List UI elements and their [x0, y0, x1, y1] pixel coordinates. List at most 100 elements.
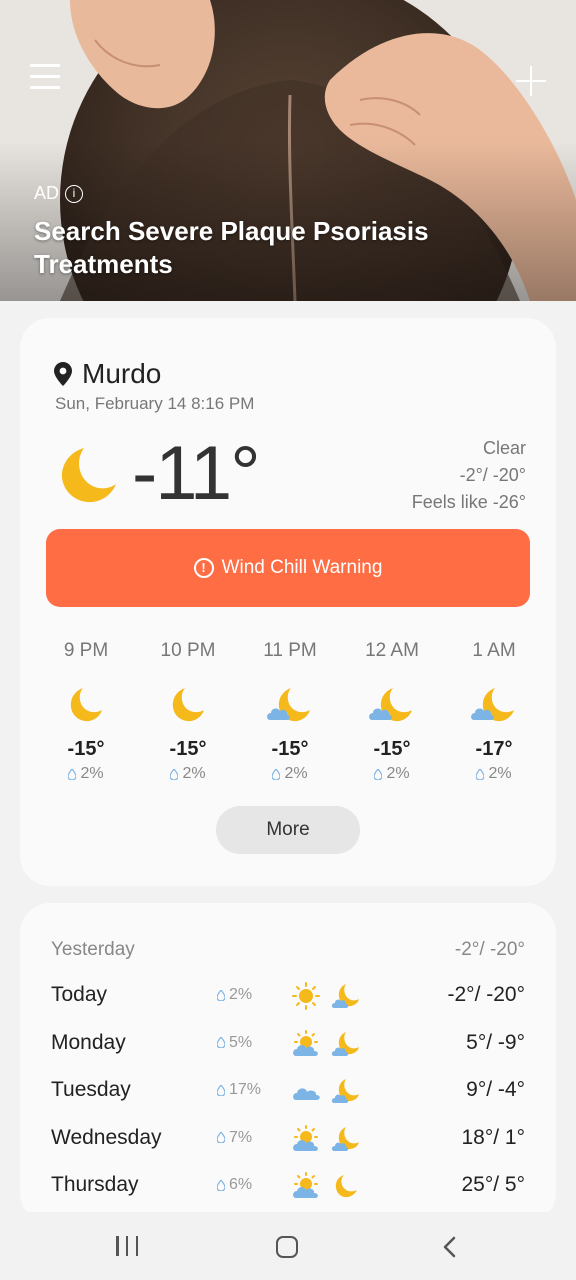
day-precip: 2%: [217, 986, 252, 1004]
day-temps: 9°/ -4°: [466, 1078, 525, 1101]
day-precip-value: 17%: [229, 1081, 262, 1098]
moon-icon: [335, 1175, 357, 1198]
hour-precip-value: 2%: [80, 765, 104, 782]
hour-time: 11 PM: [263, 640, 317, 661]
droplet-icon: [217, 989, 225, 1001]
moon-cloud-icon: [369, 688, 412, 722]
droplet-icon: [476, 768, 485, 780]
high-low: -2°/ -20°: [459, 465, 526, 485]
hour-temp: -15°: [67, 738, 105, 760]
day-precip-value: 6%: [229, 1176, 253, 1193]
back-icon[interactable]: [440, 1236, 460, 1258]
hour-precip-value: 2%: [386, 765, 410, 782]
day-name: Tuesday: [51, 1078, 131, 1101]
moon-cloud-icon: [331, 1079, 359, 1103]
condition-block: Clear -2°/ -20° Feels like -26°: [412, 435, 526, 516]
day-precip-value: 7%: [229, 1128, 253, 1146]
feels-like: Feels like -26°: [411, 492, 526, 512]
ad-label: AD i: [34, 183, 84, 204]
daily-row[interactable]: Tuesday 17% 9°/ -4°: [51, 1076, 525, 1124]
daily-row[interactable]: Today 2% -2°/ -20°: [51, 981, 525, 1029]
hour-time: 9 PM: [63, 640, 109, 661]
wind-chill-warning-button[interactable]: ! Wind Chill Warning: [46, 529, 530, 607]
yesterday-label: Yesterday: [51, 939, 135, 960]
day-name: Today: [51, 983, 108, 1006]
menu-icon[interactable]: [30, 64, 60, 94]
date-time: Sun, February 14 8:16 PM: [55, 394, 255, 413]
hour-temp: -15°: [373, 738, 411, 760]
moon-cloud-icon: [267, 688, 310, 722]
moon-icon: [172, 688, 204, 722]
more-button[interactable]: More: [216, 806, 360, 854]
alert-icon: !: [193, 558, 214, 578]
location-row: Murdo: [54, 358, 161, 390]
droplet-icon: [217, 1037, 225, 1048]
day-precip: 5%: [217, 1034, 252, 1052]
hour-temp: -15°: [271, 738, 309, 760]
hour-time: 1 AM: [472, 640, 516, 661]
hourly-item: 10 PM -15° 2%: [137, 640, 239, 783]
droplet-icon: [217, 1132, 225, 1143]
droplet-icon: [68, 768, 77, 780]
daily-forecast-card: Yesterday -2°/ -20° Today 2% -2°/ -20° M…: [20, 903, 556, 1223]
day-name: Thursday: [51, 1173, 139, 1196]
hour-precip: 2%: [341, 765, 443, 783]
droplet-icon: [272, 768, 281, 780]
hourly-item: 1 AM -17° 2%: [443, 640, 545, 783]
add-icon[interactable]: [514, 64, 548, 98]
hour-precip-value: 2%: [182, 765, 206, 782]
hourly-forecast: 9 PM -15° 2% 10 PM -15° 2% 11 PM -15° 2%…: [35, 640, 545, 783]
day-temps: 18°/ 1°: [461, 1125, 525, 1149]
ad-label-text: AD: [34, 183, 60, 203]
hour-time: 10 PM: [160, 640, 216, 661]
droplet-icon: [170, 768, 179, 780]
day-name: Wednesday: [51, 1125, 162, 1149]
day-precip-value: 2%: [229, 986, 253, 1003]
ad-banner[interactable]: AD i Search Severe Plaque Psoriasis Trea…: [0, 0, 576, 301]
system-nav-bar: [0, 1212, 576, 1280]
hour-precip-value: 2%: [284, 765, 308, 782]
info-icon[interactable]: i: [65, 184, 84, 203]
location-pin-icon: [54, 362, 72, 386]
hour-precip-value: 2%: [488, 765, 512, 782]
current-weather-card: Murdo Sun, February 14 8:16 PM -11° Clea…: [20, 318, 556, 886]
moon-cloud-icon: [331, 1031, 359, 1056]
sun-icon: [292, 982, 320, 1010]
yesterday-temps: -2°/ -20°: [454, 939, 525, 960]
sun-cloud-icon: [293, 1172, 318, 1198]
droplet-icon: [374, 768, 383, 780]
hourly-item: 9 PM -15° 2%: [35, 640, 137, 783]
day-name: Monday: [51, 1030, 126, 1054]
droplet-icon: [217, 1084, 225, 1096]
moon-icon: [70, 688, 102, 722]
hour-temp: -15°: [169, 738, 207, 760]
city-name: Murdo: [82, 358, 162, 389]
sun-cloud-icon: [293, 1124, 318, 1151]
daily-row[interactable]: Monday 5% 5°/ -9°: [51, 1029, 525, 1077]
day-precip: 7%: [217, 1129, 252, 1147]
hour-time: 12 AM: [365, 640, 419, 661]
day-temps: 5°/ -9°: [466, 1030, 525, 1054]
droplet-icon: [217, 1179, 225, 1191]
hour-precip: 2%: [137, 765, 239, 783]
ad-title[interactable]: Search Severe Plaque Psoriasis Treatment…: [34, 215, 474, 281]
condition-text: Clear: [482, 438, 526, 458]
daily-row[interactable]: Wednesday 7% 18°/ 1°: [51, 1124, 525, 1172]
day-temps: -2°/ -20°: [447, 983, 526, 1006]
hour-temp: -17°: [475, 738, 513, 760]
hour-precip: 2%: [239, 765, 341, 783]
day-precip: 17%: [217, 1081, 261, 1099]
sun-cloud-icon: [293, 1029, 318, 1056]
yesterday-row: Yesterday -2°/ -20°: [51, 939, 525, 961]
moon-cloud-icon: [331, 1126, 359, 1151]
current-temperature: -11°: [132, 431, 261, 516]
moon-cloud-icon: [471, 688, 514, 722]
day-precip-value: 5%: [229, 1033, 253, 1051]
hourly-item: 12 AM -15° 2%: [341, 640, 443, 783]
home-icon[interactable]: [276, 1236, 298, 1258]
day-precip: 6%: [217, 1176, 252, 1194]
hourly-item: 11 PM -15° 2%: [239, 640, 341, 783]
warning-label: Wind Chill Warning: [221, 557, 383, 578]
cloud-icon: [293, 1088, 320, 1100]
recents-icon[interactable]: [116, 1236, 138, 1256]
